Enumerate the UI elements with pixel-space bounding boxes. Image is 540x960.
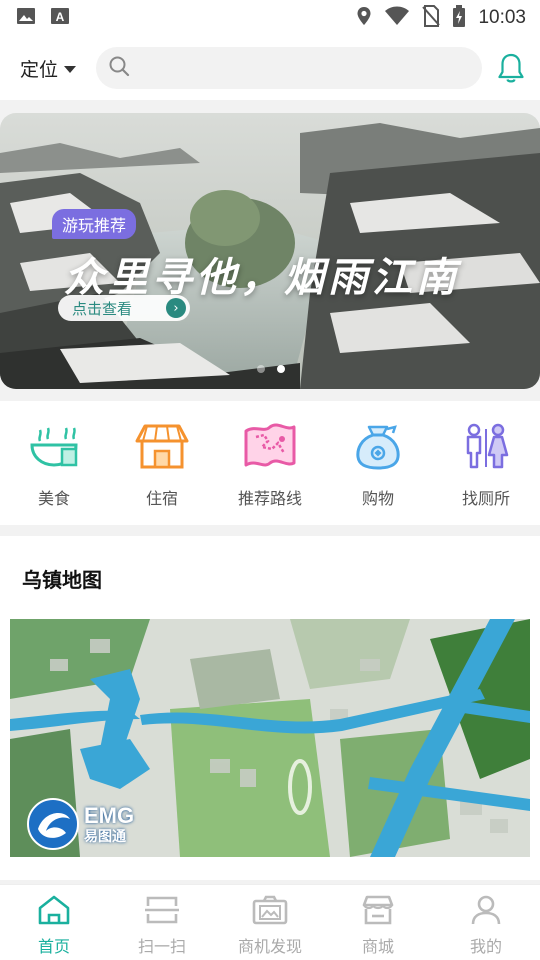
category-route[interactable]: 推荐路线 bbox=[216, 401, 324, 525]
category-label: 美食 bbox=[37, 489, 70, 508]
category-label: 推荐路线 bbox=[237, 489, 302, 508]
promo-banner[interactable]: 游玩推荐 众里寻他，烟雨江南 点击查看 › bbox=[0, 113, 540, 389]
store-icon bbox=[361, 895, 395, 929]
wifi-icon bbox=[384, 6, 410, 30]
map-route-icon bbox=[242, 423, 298, 475]
category-label: 住宿 bbox=[145, 489, 178, 508]
nav-profile[interactable]: 我的 bbox=[432, 885, 540, 960]
location-label: 定位 bbox=[20, 58, 59, 81]
bottom-navigation: 首页 扫一扫 商机发现 商城 我的 bbox=[0, 884, 540, 960]
header: 定位 bbox=[0, 36, 540, 100]
map-section-title: 乌镇地图 bbox=[22, 568, 102, 592]
emg-globe-icon bbox=[27, 798, 79, 850]
carousel-indicator bbox=[257, 365, 285, 373]
food-bowl-icon bbox=[28, 423, 80, 475]
emg-logo: EMG 易图通 bbox=[26, 797, 134, 851]
category-grid: 美食 住宿 推荐路线 购物 找厕所 bbox=[0, 401, 540, 525]
search-bar[interactable] bbox=[96, 47, 482, 89]
nav-label: 商城 bbox=[361, 937, 394, 956]
category-label: 购物 bbox=[361, 489, 394, 508]
search-input[interactable] bbox=[138, 59, 482, 77]
font-icon: A bbox=[50, 6, 70, 30]
chevron-right-icon: › bbox=[166, 298, 186, 318]
profile-icon bbox=[469, 895, 503, 929]
nav-home[interactable]: 首页 bbox=[0, 885, 108, 960]
status-time: 10:03 bbox=[478, 7, 526, 28]
hotel-icon bbox=[133, 423, 191, 475]
scan-icon bbox=[145, 895, 179, 929]
banner-tag: 游玩推荐 bbox=[52, 209, 137, 239]
emg-logo-text: EMG bbox=[84, 803, 135, 828]
nav-discover[interactable]: 商机发现 bbox=[216, 885, 324, 960]
discover-icon bbox=[252, 895, 288, 929]
banner-view-button[interactable]: 点击查看 › bbox=[58, 295, 190, 321]
caret-down-icon bbox=[64, 65, 77, 73]
category-shopping[interactable]: 购物 bbox=[324, 401, 432, 525]
nav-label: 商机发现 bbox=[237, 937, 302, 956]
category-label: 找厕所 bbox=[461, 489, 510, 508]
emg-logo-subtext: 易图通 bbox=[84, 828, 126, 844]
svg-text:A: A bbox=[56, 10, 65, 24]
banner-button-label: 点击查看 bbox=[72, 299, 133, 318]
search-icon bbox=[108, 55, 130, 81]
no-sim-icon bbox=[422, 5, 441, 31]
category-food[interactable]: 美食 bbox=[0, 401, 108, 525]
wuzhen-map[interactable]: EMG 易图通 bbox=[10, 619, 530, 857]
nav-label: 首页 bbox=[37, 937, 70, 956]
category-hotel[interactable]: 住宿 bbox=[108, 401, 216, 525]
gallery-icon bbox=[16, 6, 36, 30]
location-pin-icon bbox=[356, 6, 372, 30]
restroom-icon bbox=[461, 423, 511, 475]
status-bar: A 10:03 bbox=[0, 0, 540, 36]
map-section: 乌镇地图 EMG 易图通 bbox=[0, 536, 540, 880]
location-selector[interactable]: 定位 bbox=[20, 55, 77, 82]
shopping-bag-icon bbox=[353, 423, 403, 475]
carousel-dot[interactable] bbox=[257, 365, 265, 373]
battery-icon bbox=[452, 5, 466, 31]
nav-scan[interactable]: 扫一扫 bbox=[108, 885, 216, 960]
nav-label: 扫一扫 bbox=[137, 937, 186, 956]
carousel-dot-active[interactable] bbox=[277, 365, 285, 373]
category-restroom[interactable]: 找厕所 bbox=[432, 401, 540, 525]
notification-bell-icon[interactable] bbox=[496, 52, 526, 84]
nav-store[interactable]: 商城 bbox=[324, 885, 432, 960]
nav-label: 我的 bbox=[469, 937, 502, 956]
home-icon bbox=[37, 895, 71, 929]
